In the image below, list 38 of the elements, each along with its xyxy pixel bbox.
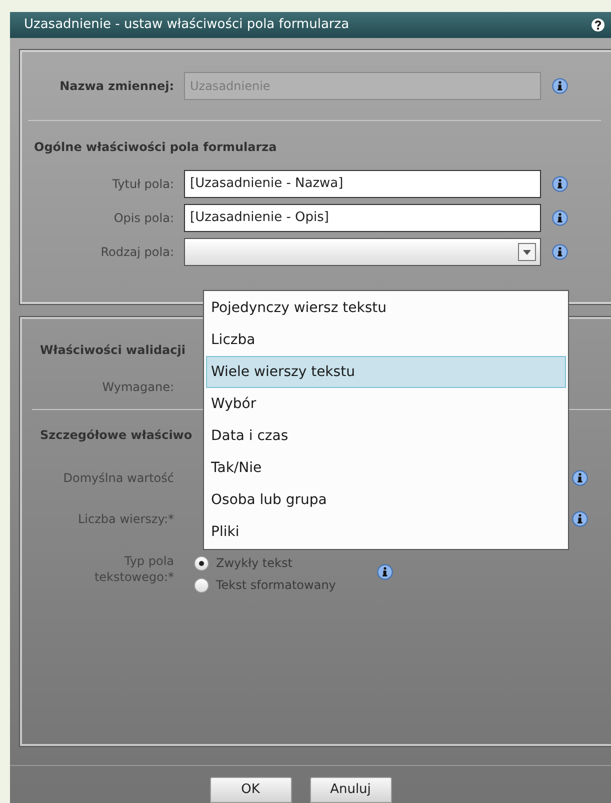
dropdown-option[interactable]: Wiele wierszy tekstu <box>206 356 566 388</box>
dropdown-option[interactable]: Pojedynczy wiersz tekstu <box>206 292 566 324</box>
field-label: Domyślna wartość <box>62 470 175 488</box>
field-label: Wymagane: <box>101 379 175 396</box>
field-label: Tytuł pola: <box>111 176 175 193</box>
caret-icon[interactable] <box>518 242 536 261</box>
field-label: Rodzaj pola: <box>100 244 175 261</box>
section-heading: Szczegółowe właściwo <box>40 427 192 444</box>
help-icon[interactable] <box>591 18 605 32</box>
dialog-button[interactable]: OK <box>210 777 292 803</box>
radio-button[interactable] <box>194 578 209 593</box>
radio-label: Zwykły tekst <box>216 555 292 572</box>
dropdown-option[interactable]: Data i czas <box>206 420 566 452</box>
dropdown-option[interactable]: Tak/Nie <box>206 452 566 484</box>
radio-button[interactable] <box>194 556 209 571</box>
info-icon[interactable] <box>376 564 393 580</box>
dialog-button[interactable]: Anuluj <box>310 777 392 803</box>
section-heading: Właściwości walidacji <box>40 342 186 360</box>
info-icon[interactable] <box>552 244 568 260</box>
dropdown-option[interactable]: Osoba lub grupa <box>206 484 566 516</box>
info-icon[interactable] <box>552 176 568 192</box>
dropdown-field[interactable] <box>184 238 541 266</box>
window-title: Uzasadnienie - ustaw właściwości pola formularza <box>24 16 350 34</box>
dropdown-option[interactable]: Pliki <box>206 516 566 548</box>
info-icon[interactable] <box>572 470 588 486</box>
field-label: Opis pola: <box>112 210 175 227</box>
dropdown-option[interactable]: Wybór <box>206 388 566 420</box>
dropdown-option[interactable]: Liczba <box>206 324 566 356</box>
input-field[interactable]: [Uzasadnienie - Opis] <box>184 204 541 232</box>
field-label: Nazwa zmiennej: <box>58 78 175 95</box>
info-icon[interactable] <box>552 210 568 226</box>
info-icon[interactable] <box>572 511 588 528</box>
input-field[interactable]: [Uzasadnienie - Nazwa] <box>184 170 541 198</box>
info-icon[interactable] <box>552 78 568 94</box>
section-heading: Ogólne właściwości pola formularza <box>34 138 277 156</box>
field-label: Typ pola tekstowego:* <box>93 553 175 586</box>
field-label: Liczba wierszy:* <box>77 511 175 528</box>
radio-label: Tekst sformatowany <box>216 577 336 594</box>
